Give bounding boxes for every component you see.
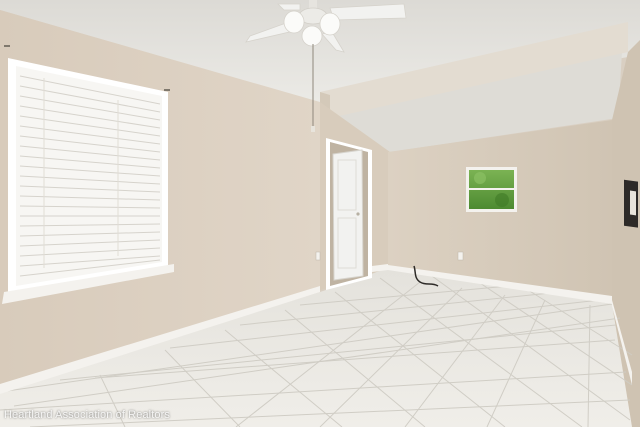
watermark-text: Heartland Association of Realtors: [4, 409, 170, 421]
wall-light-fixture-icon: [624, 179, 638, 228]
electrical-outlet-icon: [457, 251, 464, 261]
doorway: [326, 138, 372, 290]
room-illustration: [0, 0, 640, 427]
room-photo: Heartland Association of Realtors: [0, 0, 640, 427]
small-window-icon: [466, 167, 517, 212]
door-icon[interactable]: [332, 149, 364, 281]
electrical-outlet-icon: [315, 251, 321, 261]
